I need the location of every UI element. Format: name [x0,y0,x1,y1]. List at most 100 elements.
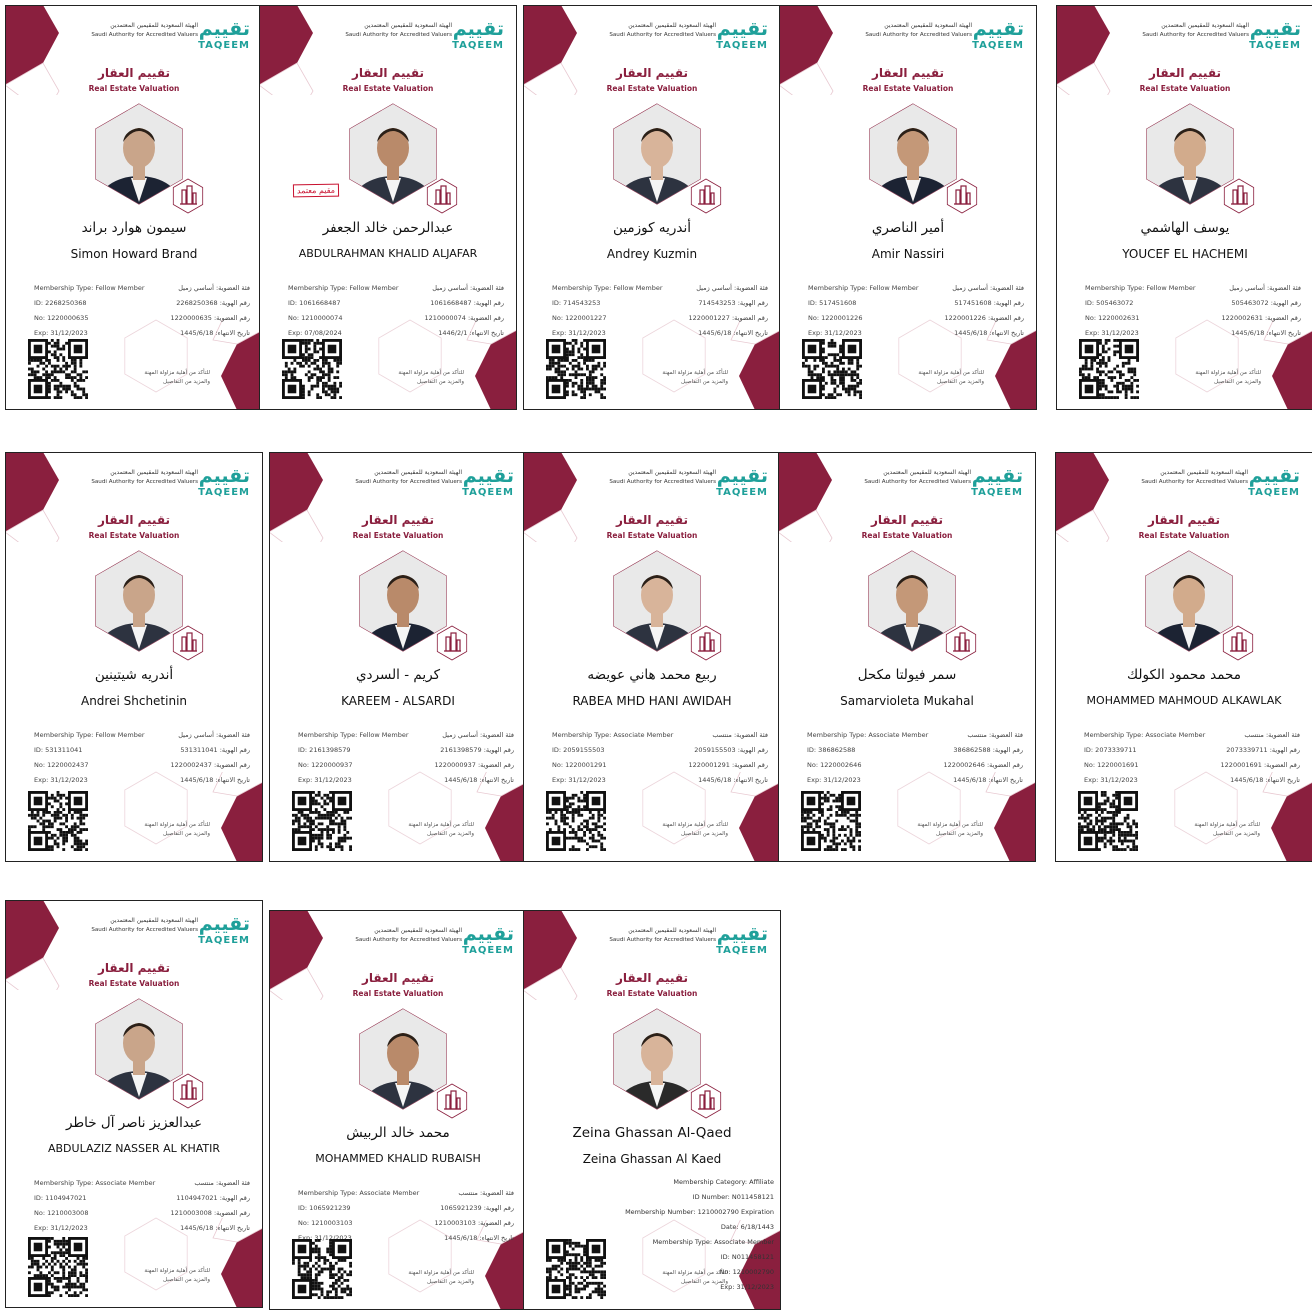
detail-line-english: Membership Type: Fellow Member [34,731,145,739]
logo-english: TAQEEM [716,40,768,51]
logo-arabic: تقييم [198,913,250,935]
verify-text: للتأكد من أهلية مزاولة المهنة والمزيد من … [892,369,984,387]
qr-code[interactable] [546,1239,606,1299]
building-badge-icon [943,623,979,663]
detail-line-arabic: رقم الهوية: 505463072 [1231,299,1301,307]
service-title-english: Real Estate Valuation [88,531,180,540]
verify-line-1: للتأكد من أهلية مزاولة المهنة [662,1270,728,1276]
member-name-arabic: Zeina Ghassan Al-Qaed [572,1125,732,1141]
service-title-english: Real Estate Valuation [352,989,444,998]
detail-line-english: No: 1220000635 [34,314,89,322]
detail-line-arabic: رقم الهوية: 1104947021 [176,1194,250,1202]
detail-line-arabic: رقم العضوية: 1210003103 [434,1219,514,1227]
verify-text: للتأكد من أهلية مزاولة المهنة والمزيد من … [118,821,210,839]
membership-details-arabic: فئة العضوية: أساسي زميل رقم الهوية: 51745… [945,281,1024,341]
detail-line-english: ID: 517451608 [808,299,857,307]
detail-line-english: ID: 2161398579 [298,746,351,754]
building-badge-icon [170,1071,206,1111]
detail-line-english: Exp: 31/12/2023 [34,1224,88,1232]
qr-code[interactable] [546,339,606,399]
logo-english: TAQEEM [1248,487,1300,498]
detail-line-arabic: تاريخ الانتهاء: 1445/6/18 [953,776,1023,784]
taqeem-logo: تقييم TAQEEM الهيئة السعودية للمقيمين المع… [538,465,768,501]
member-name-english: Zeina Ghassan Al Kaed [582,1152,722,1166]
qr-code[interactable] [1078,791,1138,851]
logo-arabic: تقييم [716,18,768,40]
member-name-arabic: سمر فيولتا مكحل [857,667,957,683]
detail-line-arabic: رقم العضوية: 1220002631 [1221,314,1301,322]
detail-line-arabic: رقم الهوية: 2161398579 [440,746,514,754]
detail-line-english: ID: 2073339711 [1084,746,1137,754]
detail-line-english: No: 1220000937 [298,761,353,769]
member-id-card: تقييم TAQEEM الهيئة السعودية للمقيمين المع… [5,900,263,1308]
service-title-arabic: تقييم العقار [98,513,170,527]
service-title-arabic: تقييم العقار [1149,66,1221,80]
detail-line-arabic: تاريخ الانتهاء: 1445/6/18 [698,776,768,784]
verify-line-2: والمزيد من التفاصيل [417,379,464,385]
verify-line-1: للتأكد من أهلية مزاولة المهنة [144,1268,210,1274]
verify-line-2: والمزيد من التفاصيل [681,1279,728,1285]
detail-line-arabic: فئة العضوية: منتسب [712,731,768,739]
membership-details-english: Membership Type: Fellow Member ID: 714543… [552,281,663,341]
qr-code-graphic [546,1239,606,1299]
qr-code[interactable] [802,339,862,399]
qr-code-graphic [1078,791,1138,851]
qr-code[interactable] [1079,339,1139,399]
qr-code[interactable] [292,1239,352,1299]
detail-line-arabic: رقم الهوية: 2059155503 [694,746,768,754]
detail-line-arabic: تاريخ الانتهاء: 1445/6/18 [1230,776,1300,784]
qr-code-graphic [801,791,861,851]
verify-text: للتأكد من أهلية مزاولة المهنة والمزيد من … [1169,369,1261,387]
detail-line-english: Exp: 31/12/2023 [34,776,88,784]
qr-code[interactable] [546,791,606,851]
detail-line-arabic: رقم الهوية: 2268250368 [176,299,250,307]
membership-details-english: Membership Type: Fellow Member ID: 216139… [298,728,409,788]
building-badge-icon [1221,176,1257,216]
verify-line-2: والمزيد من التفاصيل [936,831,983,837]
detail-line-arabic: رقم الهوية: 714543253 [698,299,768,307]
verify-text: للتأكد من أهلية مزاولة المهنة والمزيد من … [1168,821,1260,839]
member-id-card: تقييم TAQEEM الهيئة السعودية للمقيمين المع… [779,5,1037,410]
verify-line-1: للتأكد من أهلية مزاولة المهنة [917,822,983,828]
detail-line-english: No: 1210003008 [34,1209,89,1217]
detail-line-english: No: 1220001291 [552,761,607,769]
verify-text: للتأكد من أهلية مزاولة المهنة والمزيد من … [372,369,464,387]
verify-line-1: للتأكد من أهلية مزاولة المهنة [662,822,728,828]
qr-code[interactable] [801,791,861,851]
detail-line-english: No: 1220001227 [552,314,607,322]
detail-line-arabic: فئة العضوية: منتسب [194,1179,250,1187]
service-title-english: Real Estate Valuation [606,84,698,93]
detail-line-english: Membership Type: Associate Member [552,731,674,739]
membership-details-arabic: فئة العضوية: منتسب رقم الهوية: 1065921239… [435,1186,514,1246]
qr-code[interactable] [28,339,88,399]
membership-details-arabic: فئة العضوية: منتسب رقم الهوية: 2059155503… [689,728,768,788]
detail-line-arabic: فئة العضوية: أساسي زميل [178,284,250,292]
qr-code[interactable] [282,339,342,399]
qr-code[interactable] [292,791,352,851]
authority-name-arabic: الهيئة السعودية للمقيمين المعتمدين [884,22,972,29]
authority-name-english: Saudi Authority for Accredited Valuers [609,937,716,943]
taqeem-logo: تقييم TAQEEM الهيئة السعودية للمقيمين المع… [20,18,250,54]
service-title-english: Real Estate Valuation [352,531,444,540]
detail-line-arabic: رقم العضوية: 1220001291 [688,761,768,769]
membership-details-arabic: فئة العضوية: أساسي زميل رقم الهوية: 53131… [171,728,250,788]
qr-code[interactable] [28,1237,88,1297]
detail-line-english: Membership Type: Fellow Member [34,284,145,292]
qr-code-graphic [546,339,606,399]
service-title-arabic: تقييم العقار [616,513,688,527]
authority-name-english: Saudi Authority for Accredited Valuers [91,479,198,485]
membership-details-english: Membership Type: Fellow Member ID: 517451… [808,281,919,341]
membership-details-arabic: فئة العضوية: أساسي زميل رقم الهوية: 10616… [425,281,504,341]
member-name-arabic: أندريه شيتينين [94,667,174,683]
building-badge-icon [424,176,460,216]
member-name-english: Samarvioleta Mukahal [840,694,974,708]
detail-line-arabic: فئة العضوية: أساسي زميل [1229,284,1301,292]
member-id-card: تقييم TAQEEM الهيئة السعودية للمقيمين المع… [1055,452,1312,862]
logo-arabic: تقييم [972,18,1024,40]
membership-details-arabic: فئة العضوية: أساسي زميل رقم الهوية: 21613… [435,728,514,788]
membership-details-arabic: فئة العضوية: منتسب رقم الهوية: 386862588 ر… [944,728,1023,788]
detail-line-english: Membership Type: Associate Member [34,1179,156,1187]
membership-details-english: Membership Type: Fellow Member ID: 226825… [34,281,145,341]
member-name-english: Simon Howard Brand [70,247,198,261]
qr-code[interactable] [28,791,88,851]
